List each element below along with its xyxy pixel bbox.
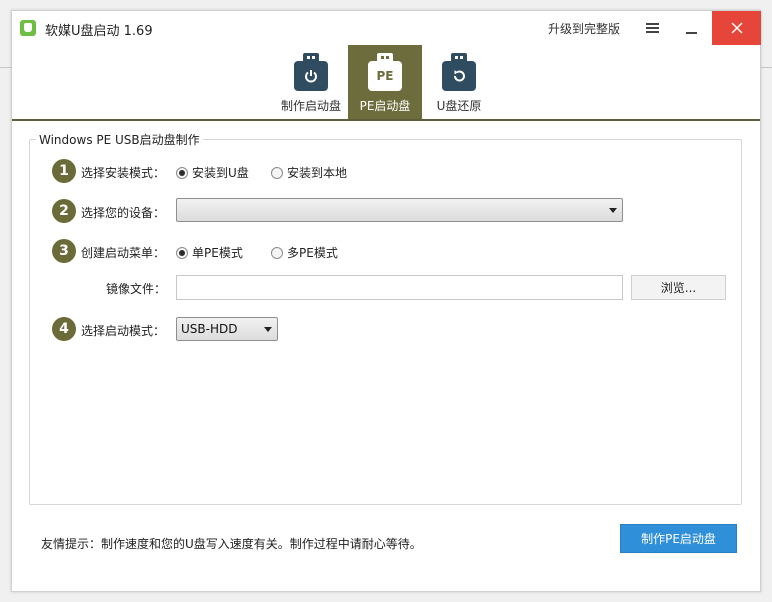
boot-mode-label: 选择启动模式： (81, 324, 166, 338)
minimize-button[interactable] (672, 11, 712, 45)
tab-pe-boot-disk[interactable]: PE PE启动盘 (348, 45, 422, 119)
radio-unchecked-icon (271, 166, 283, 179)
tab-label: U盘还原 (436, 99, 482, 113)
radio-label: 安装到U盘 (192, 166, 249, 180)
radio-label: 安装到本地 (287, 166, 348, 180)
tab-label: 制作启动盘 (280, 99, 341, 113)
radio-multi-pe[interactable]: 多PE模式 (271, 244, 338, 261)
tab-label: PE启动盘 (359, 99, 411, 113)
tab-make-boot-disk[interactable]: 制作启动盘 (274, 45, 348, 119)
browse-button[interactable]: 浏览... (631, 275, 726, 300)
radio-install-to-local[interactable]: 安装到本地 (271, 164, 347, 181)
image-file-label: 镜像文件： (106, 282, 167, 296)
hamburger-menu-icon (645, 27, 659, 29)
step-1-badge: 1 (52, 159, 76, 183)
upgrade-link[interactable]: 升级到完整版 (548, 20, 620, 37)
tip-text: 友情提示：制作速度和您的U盘写入速度有关。制作过程中请耐心等待。 (41, 537, 422, 551)
step-2-badge: 2 (52, 199, 76, 223)
step-3-badge: 3 (52, 239, 76, 263)
device-label: 选择您的设备： (81, 206, 166, 220)
usb-pe-icon: PE (368, 53, 402, 91)
radio-unchecked-icon (271, 246, 283, 259)
menu-button[interactable] (632, 11, 672, 45)
tab-toolbar: 制作启动盘 PE PE启动盘 U盘还原 (12, 45, 760, 121)
radio-label: 多PE模式 (287, 246, 338, 260)
radio-label: 单PE模式 (192, 246, 243, 260)
radio-checked-icon (176, 246, 188, 259)
image-file-input[interactable] (176, 275, 623, 300)
usb-restore-icon (442, 53, 476, 91)
install-mode-label: 选择安装模式： (81, 166, 166, 180)
radio-checked-icon (176, 166, 188, 179)
device-select[interactable] (176, 198, 623, 222)
make-pe-boot-disk-button[interactable]: 制作PE启动盘 (620, 524, 737, 553)
background-line (760, 67, 772, 68)
chevron-down-icon (609, 208, 617, 213)
minimize-icon (686, 32, 697, 34)
title-bar[interactable]: 软媒U盘启动 1.69 升级到完整版 (12, 11, 761, 45)
close-icon (730, 22, 743, 34)
close-button[interactable] (712, 11, 761, 45)
radio-install-to-usb[interactable]: 安装到U盘 (176, 164, 249, 181)
tab-usb-restore[interactable]: U盘还原 (422, 45, 496, 119)
main-window: 软媒U盘启动 1.69 升级到完整版 制作启动盘 PE PE启动盘 U盘还原 W… (11, 10, 761, 592)
radio-single-pe[interactable]: 单PE模式 (176, 244, 243, 261)
boot-mode-value: USB-HDD (181, 322, 238, 336)
group-title: Windows PE USB启动盘制作 (36, 131, 203, 148)
window-title: 软媒U盘启动 1.69 (45, 24, 153, 39)
usb-power-icon (294, 53, 328, 91)
app-logo-icon (20, 20, 36, 36)
boot-mode-select[interactable]: USB-HDD (176, 317, 278, 341)
chevron-down-icon (264, 327, 272, 332)
step-4-badge: 4 (52, 317, 76, 341)
boot-menu-label: 创建启动菜单： (81, 246, 166, 260)
